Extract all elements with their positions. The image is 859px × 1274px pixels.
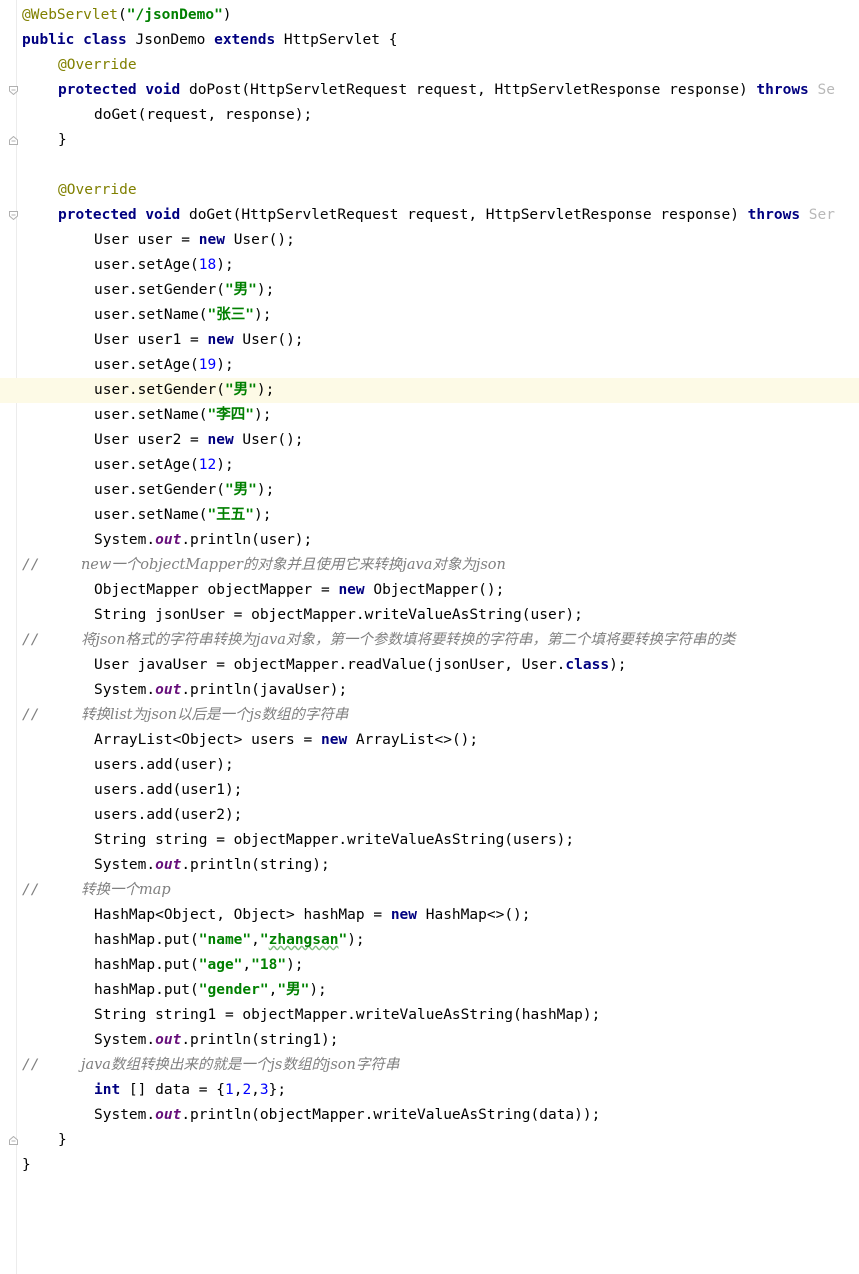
code-line[interactable]: user.setGender("男"); xyxy=(22,478,274,503)
code-comment-line[interactable]: // 将json格式的字符串转换为java对象，第一个参数填将要转换的字符串，第… xyxy=(22,628,735,653)
code-comment-line[interactable]: // java数组转换出来的就是一个js数组的json字符串 xyxy=(22,1053,399,1078)
code-line[interactable]: users.add(user1); xyxy=(22,778,242,803)
code-comment-line[interactable]: // new一个objectMapper的对象并且使用它来转换java对象为js… xyxy=(22,553,506,578)
code-line[interactable]: doGet(request, response); xyxy=(22,103,312,128)
code-line[interactable]: hashMap.put("name","zhangsan"); xyxy=(22,928,365,953)
code-line[interactable]: String jsonUser = objectMapper.writeValu… xyxy=(22,603,583,628)
code-line[interactable]: } xyxy=(22,1128,67,1153)
code-line[interactable]: users.add(user); xyxy=(22,753,234,778)
code-line[interactable]: @Override xyxy=(22,178,137,203)
code-line[interactable]: } xyxy=(22,1153,31,1178)
code-line[interactable]: User user1 = new User(); xyxy=(22,328,304,353)
code-line[interactable]: String string1 = objectMapper.writeValue… xyxy=(22,1003,600,1028)
code-line[interactable]: user.setAge(19); xyxy=(22,353,234,378)
code-line[interactable]: ArrayList<Object> users = new ArrayList<… xyxy=(22,728,478,753)
code-line[interactable]: protected void doPost(HttpServletRequest… xyxy=(22,78,835,103)
code-line[interactable]: public class JsonDemo extends HttpServle… xyxy=(22,28,397,53)
code-line[interactable]: user.setAge(12); xyxy=(22,453,234,478)
code-line[interactable]: System.out.println(user); xyxy=(22,528,312,553)
fold-open-icon[interactable] xyxy=(9,86,18,95)
code-line[interactable]: HashMap<Object, Object> hashMap = new Ha… xyxy=(22,903,531,928)
code-line[interactable]: user.setName("张三"); xyxy=(22,303,271,328)
code-editor[interactable]: @WebServlet("/jsonDemo") public class Jso… xyxy=(0,0,859,1274)
editor-gutter xyxy=(0,0,18,1274)
code-line[interactable]: hashMap.put("age","18"); xyxy=(22,953,304,978)
code-comment-line[interactable]: // 转换一个map xyxy=(22,878,171,903)
code-line[interactable]: User javaUser = objectMapper.readValue(j… xyxy=(22,653,627,678)
fold-close-icon[interactable] xyxy=(9,136,18,145)
code-line[interactable]: user.setGender("男"); xyxy=(22,278,274,303)
code-line[interactable]: System.out.println(string1); xyxy=(22,1028,338,1053)
code-line[interactable]: ObjectMapper objectMapper = new ObjectMa… xyxy=(22,578,504,603)
code-line[interactable]: user.setAge(18); xyxy=(22,253,234,278)
code-line[interactable]: @Override xyxy=(22,53,137,78)
code-line[interactable]: User user = new User(); xyxy=(22,228,295,253)
code-line[interactable]: user.setGender("男"); xyxy=(22,378,274,403)
code-line[interactable]: User user2 = new User(); xyxy=(22,428,304,453)
code-line[interactable]: System.out.println(string); xyxy=(22,853,330,878)
code-line[interactable]: System.out.println(objectMapper.writeVal… xyxy=(22,1103,600,1128)
fold-close-icon[interactable] xyxy=(9,1136,18,1145)
code-line[interactable]: String string = objectMapper.writeValueA… xyxy=(22,828,574,853)
code-line[interactable]: System.out.println(javaUser); xyxy=(22,678,347,703)
code-line[interactable]: hashMap.put("gender","男"); xyxy=(22,978,327,1003)
fold-open-icon[interactable] xyxy=(9,211,18,220)
code-line[interactable]: } xyxy=(22,128,67,153)
code-line[interactable]: user.setName("王五"); xyxy=(22,503,271,528)
code-line[interactable]: int [] data = {1,2,3}; xyxy=(22,1078,286,1103)
code-line[interactable]: protected void doGet(HttpServletRequest … xyxy=(22,203,835,228)
code-line[interactable]: @WebServlet("/jsonDemo") xyxy=(22,3,232,28)
code-line[interactable]: users.add(user2); xyxy=(22,803,242,828)
code-comment-line[interactable]: // 转换list为json以后是一个js数组的字符串 xyxy=(22,703,348,728)
code-line[interactable]: user.setName("李四"); xyxy=(22,403,271,428)
